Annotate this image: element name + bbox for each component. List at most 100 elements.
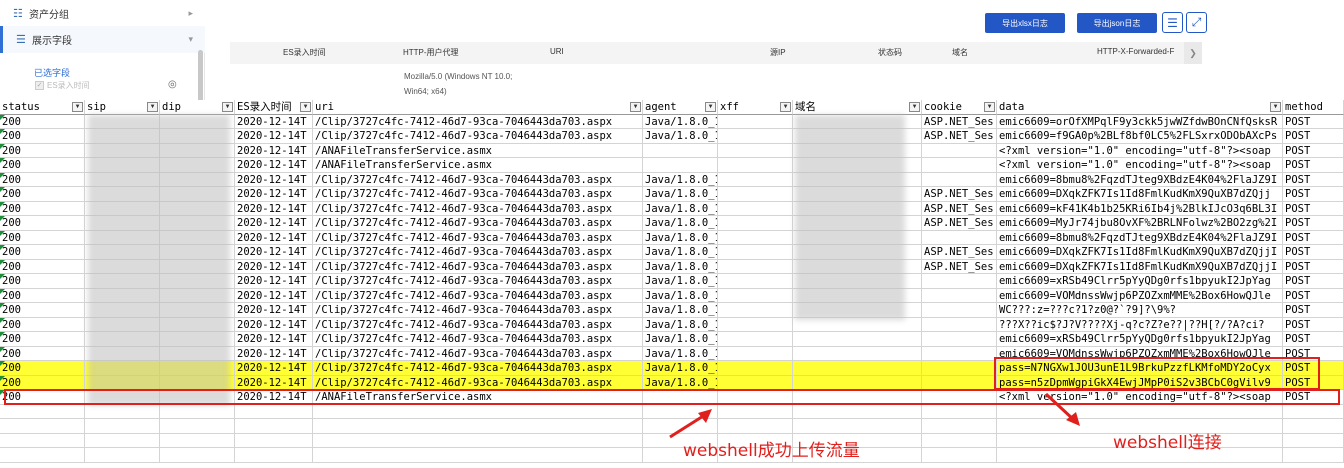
cell-cookie[interactable] <box>922 361 997 376</box>
cell-cookie[interactable]: ASP.NET_Ses <box>922 114 997 129</box>
cell-es-time[interactable]: 2020-12-14T <box>235 346 313 361</box>
cell-xff[interactable] <box>718 303 793 318</box>
export-json-button[interactable]: 导出json日志 <box>1077 13 1157 33</box>
cell-cookie[interactable] <box>922 404 997 419</box>
cell-status[interactable]: 200 <box>0 216 85 231</box>
selected-field-item[interactable]: ✓ ES录入时间 <box>35 80 90 91</box>
cell-xff[interactable] <box>718 114 793 129</box>
filter-dropdown-icon[interactable]: ▼ <box>909 102 920 112</box>
cell-uri[interactable]: /Clip/3727c4fc-7412-46d7-93ca-7046443da7… <box>313 245 643 260</box>
expand-icon[interactable]: ⤢ <box>1186 12 1207 33</box>
cell-xff[interactable] <box>718 317 793 332</box>
cell-method[interactable]: POST <box>1283 230 1344 245</box>
cell-xff[interactable] <box>718 288 793 303</box>
cell-cookie[interactable] <box>922 317 997 332</box>
cell-xff[interactable] <box>718 332 793 347</box>
col-user-agent[interactable]: HTTP-用户代理 <box>403 47 459 58</box>
cell-status[interactable] <box>0 404 85 419</box>
cell-method[interactable]: POST <box>1283 303 1344 318</box>
cell-uri[interactable]: /Clip/3727c4fc-7412-46d7-93ca-7046443da7… <box>313 216 643 231</box>
cell-es-time[interactable]: 2020-12-14T <box>235 274 313 289</box>
cell-agent[interactable]: Java/1.8.0_172 <box>643 129 718 144</box>
cell-sip[interactable] <box>85 448 160 463</box>
cell-status[interactable]: 200 <box>0 317 85 332</box>
cell-es-time[interactable]: 2020-12-14T <box>235 332 313 347</box>
cell-es-time[interactable] <box>235 433 313 448</box>
cell-cookie[interactable] <box>922 419 997 434</box>
cell-method[interactable] <box>1283 404 1344 419</box>
cell-status[interactable]: 200 <box>0 172 85 187</box>
cell-method[interactable]: POST <box>1283 245 1344 260</box>
cell-xff[interactable] <box>718 346 793 361</box>
cell-uri[interactable] <box>313 404 643 419</box>
cell-status[interactable]: 200 <box>0 346 85 361</box>
cell-agent[interactable]: Java/1.8.0_172 <box>643 259 718 274</box>
cell-cookie[interactable] <box>922 332 997 347</box>
cell-data[interactable]: emic6609=8bmu8%2FqzdTJteg9XBdzE4K04%2Fla… <box>997 172 1283 187</box>
cell-cookie[interactable] <box>922 375 997 390</box>
cell-es-time[interactable]: 2020-12-14T <box>235 317 313 332</box>
asset-group-item[interactable]: ☷ 资产分组 ▸ <box>0 0 205 27</box>
cell-xff[interactable] <box>718 187 793 202</box>
cell-uri[interactable]: /Clip/3727c4fc-7412-46d7-93ca-7046443da7… <box>313 274 643 289</box>
cell-data[interactable]: emic6609=8bmu8%2FqzdTJteg9XBdzE4K04%2Fla… <box>997 230 1283 245</box>
cell-domain[interactable] <box>793 404 922 419</box>
cell-method[interactable]: POST <box>1283 288 1344 303</box>
cell-dip[interactable] <box>160 404 235 419</box>
cell-data[interactable]: <?xml version="1.0" encoding="utf-8"?><s… <box>997 158 1283 173</box>
cell-agent[interactable]: Java/1.8.0_172 <box>643 346 718 361</box>
cell-es-time[interactable]: 2020-12-14T <box>235 187 313 202</box>
cell-status[interactable]: 200 <box>0 332 85 347</box>
cell-data[interactable]: emic6609=VOMdnssWwjp6PZOZxmMME%2Box6HowQ… <box>997 288 1283 303</box>
cell-cookie[interactable]: ASP.NET_Ses <box>922 259 997 274</box>
cell-uri[interactable]: /Clip/3727c4fc-7412-46d7-93ca-7046443da7… <box>313 332 643 347</box>
cell-method[interactable]: POST <box>1283 143 1344 158</box>
cell-agent[interactable]: Java/1.8.0_172 <box>643 187 718 202</box>
filter-dropdown-icon[interactable]: ▼ <box>705 102 716 112</box>
cell-cookie[interactable]: ASP.NET_Ses <box>922 201 997 216</box>
cell-uri[interactable]: /ANAFileTransferService.asmx <box>313 143 643 158</box>
header-sip[interactable]: sip ▼ <box>85 100 160 115</box>
cell-xff[interactable] <box>718 158 793 173</box>
cell-dip[interactable] <box>160 448 235 463</box>
cell-dip[interactable] <box>160 419 235 434</box>
cell-method[interactable]: POST <box>1283 114 1344 129</box>
cell-data[interactable]: emic6609=xRSb49Clrr5pYyQDg0rfs1bpyukI2Jp… <box>997 332 1283 347</box>
cell-es-time[interactable]: 2020-12-14T <box>235 303 313 318</box>
cell-status[interactable]: 200 <box>0 114 85 129</box>
cell-method[interactable]: POST <box>1283 332 1344 347</box>
cell-xff[interactable] <box>718 259 793 274</box>
cell-uri[interactable]: /Clip/3727c4fc-7412-46d7-93ca-7046443da7… <box>313 259 643 274</box>
cell-agent[interactable]: Java/1.8.0_172 <box>643 230 718 245</box>
header-method[interactable]: method <box>1283 100 1344 115</box>
cell-cookie[interactable]: ASP.NET_Ses <box>922 187 997 202</box>
cell-xff[interactable] <box>718 129 793 144</box>
cell-xff[interactable] <box>718 230 793 245</box>
col-xff[interactable]: HTTP-X-Forwarded-F <box>1097 47 1174 56</box>
cell-agent[interactable]: Java/1.8.0_172 <box>643 317 718 332</box>
filter-dropdown-icon[interactable]: ▼ <box>300 102 311 112</box>
cell-data[interactable]: emic6609=DXqkZFK7Is1Id8FmlKudKmX9QuXB7dZ… <box>997 187 1283 202</box>
cell-uri[interactable]: /Clip/3727c4fc-7412-46d7-93ca-7046443da7… <box>313 361 643 376</box>
cell-uri[interactable]: /Clip/3727c4fc-7412-46d7-93ca-7046443da7… <box>313 201 643 216</box>
cell-es-time[interactable]: 2020-12-14T <box>235 375 313 390</box>
cell-uri[interactable]: /Clip/3727c4fc-7412-46d7-93ca-7046443da7… <box>313 172 643 187</box>
cell-domain[interactable] <box>793 419 922 434</box>
cell-cookie[interactable] <box>922 346 997 361</box>
cell-es-time[interactable] <box>235 404 313 419</box>
cell-status[interactable]: 200 <box>0 129 85 144</box>
checkbox-icon[interactable]: ✓ <box>35 81 44 90</box>
cell-data[interactable]: emic6609=DXqkZFK7Is1Id8FmlKudKmX9QuXB7dZ… <box>997 259 1283 274</box>
cell-cookie[interactable]: ASP.NET_Ses <box>922 129 997 144</box>
cell-xff[interactable] <box>718 404 793 419</box>
cell-data[interactable]: emic6609=MyJr74jbu8OvXF%2BRLNFolwz%2BO2z… <box>997 216 1283 231</box>
header-dip[interactable]: dip ▼ <box>160 100 235 115</box>
cell-uri[interactable]: /Clip/3727c4fc-7412-46d7-93ca-7046443da7… <box>313 288 643 303</box>
cell-agent[interactable]: Java/1.8.0_172 <box>643 245 718 260</box>
cell-status[interactable]: 200 <box>0 361 85 376</box>
header-es-time[interactable]: ES录入时间 ▼ <box>235 100 313 115</box>
display-fields-item[interactable]: ☰ 展示字段 ▾ <box>0 26 205 53</box>
cell-status[interactable]: 200 <box>0 375 85 390</box>
cell-method[interactable] <box>1283 419 1344 434</box>
cell-method[interactable]: POST <box>1283 187 1344 202</box>
